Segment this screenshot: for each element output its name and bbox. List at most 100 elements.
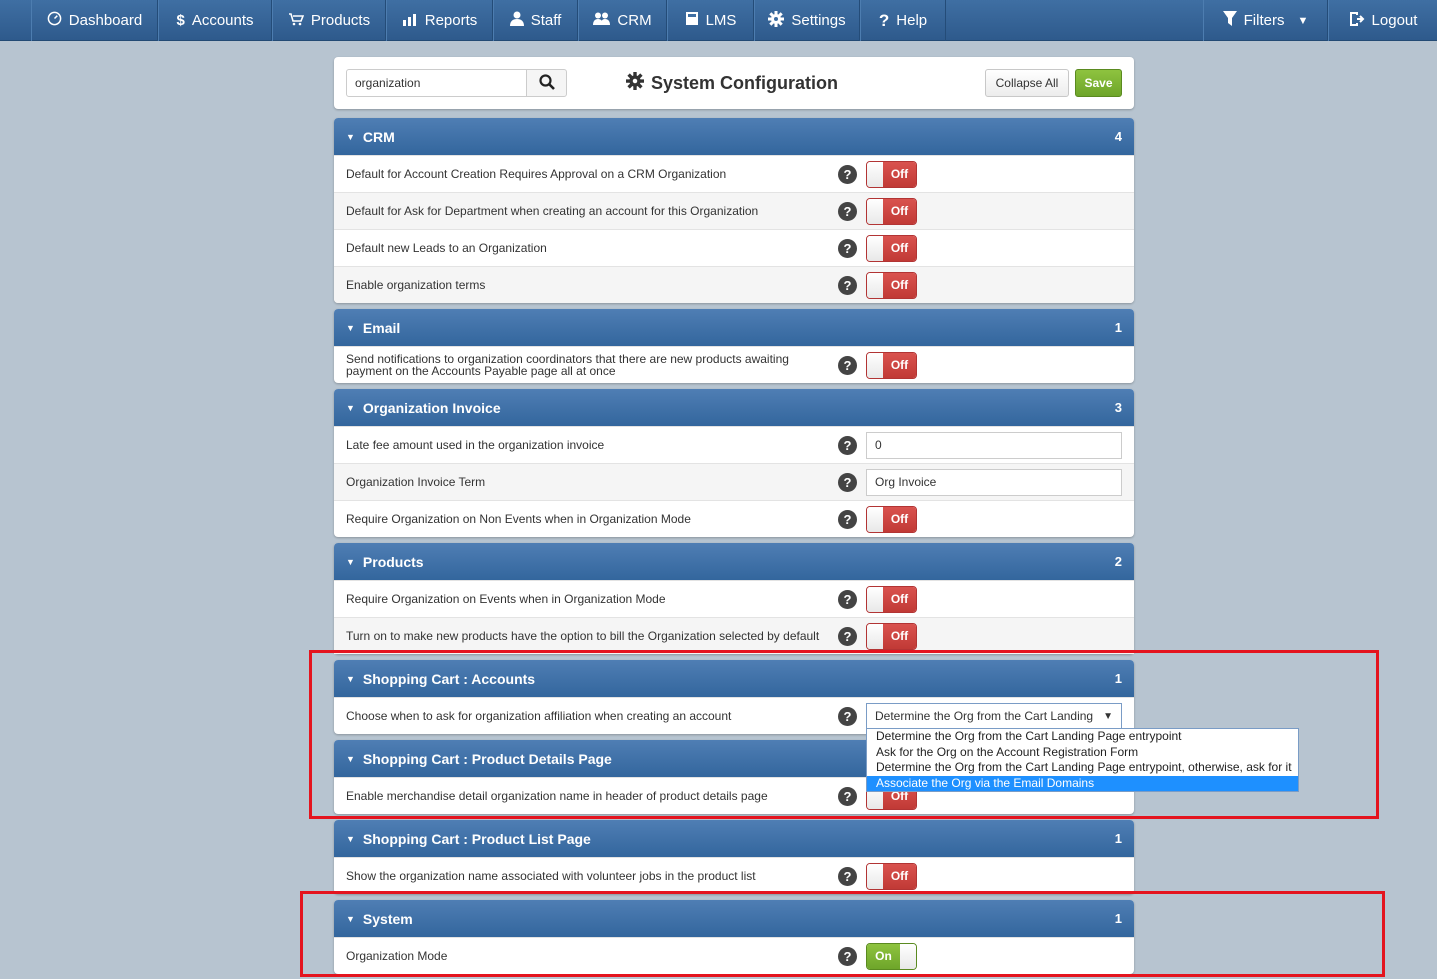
- nav-label: Reports: [424, 12, 478, 29]
- nav-label: CRM: [617, 12, 652, 29]
- toggle-switch[interactable]: Off: [866, 234, 917, 262]
- nav-staff[interactable]: Staff: [493, 0, 578, 41]
- toggle-state: Off: [883, 863, 916, 889]
- setting-label: Send notifications to organization coord…: [346, 352, 789, 378]
- toggle-knob: [867, 352, 883, 378]
- section-header[interactable]: ▼ Products 2: [334, 543, 1134, 580]
- search-icon: [538, 73, 555, 93]
- help-icon[interactable]: ?: [838, 626, 857, 646]
- help-icon[interactable]: ?: [838, 866, 857, 886]
- section-title: Email: [362, 319, 401, 336]
- toggle-knob: [867, 161, 883, 187]
- setting-row: Require Organization on Events when in O…: [334, 580, 1134, 617]
- highlight-box: [300, 891, 1385, 977]
- collapse-all-button[interactable]: Collapse All: [985, 69, 1069, 97]
- help-icon[interactable]: ?: [838, 589, 857, 609]
- section-crm: ▼ CRM 4 Default for Account Creation Req…: [334, 118, 1134, 303]
- caret-down-icon: ▼: [346, 402, 355, 413]
- setting-label: Require Organization on Non Events when …: [346, 512, 691, 526]
- nav-label: Help: [896, 12, 928, 29]
- help-icon[interactable]: ?: [838, 509, 857, 529]
- nav-label: Staff: [530, 12, 562, 29]
- section-shopping-cart-product-list: ▼ Shopping Cart : Product List Page 1 Sh…: [334, 820, 1134, 894]
- caret-down-icon: ▼: [346, 833, 355, 844]
- late-fee-input[interactable]: 0: [866, 431, 1122, 459]
- section-header[interactable]: ▼ Organization Invoice 3: [334, 389, 1134, 426]
- toggle-state: Off: [883, 352, 916, 378]
- section-title: CRM: [362, 128, 395, 145]
- toggle-knob: [867, 863, 883, 889]
- section-count: 4: [1114, 129, 1122, 144]
- save-button[interactable]: Save: [1075, 69, 1122, 97]
- nav-dashboard[interactable]: Dashboard: [31, 0, 158, 41]
- help-icon[interactable]: ?: [838, 355, 857, 375]
- setting-label: Show the organization name associated wi…: [346, 869, 756, 883]
- setting-row: Show the organization name associated wi…: [334, 857, 1134, 894]
- nav-label: Settings: [791, 12, 846, 29]
- user-icon: [509, 11, 524, 30]
- nav-help[interactable]: ? Help: [860, 0, 946, 41]
- section-header[interactable]: ▼ Shopping Cart : Product List Page 1: [334, 820, 1134, 857]
- help-icon[interactable]: ?: [838, 275, 857, 295]
- gear-icon: [626, 72, 644, 95]
- highlight-box: [309, 650, 1379, 819]
- toggle-knob: [867, 272, 883, 298]
- nav-products[interactable]: Products: [272, 0, 386, 41]
- nav-logout[interactable]: Logout: [1328, 0, 1437, 41]
- config-toolbar: System Configuration Collapse All Save: [334, 57, 1134, 109]
- section-count: 2: [1114, 554, 1122, 569]
- section-count: 1: [1114, 831, 1122, 846]
- setting-row: Default for Account Creation Requires Ap…: [334, 155, 1134, 192]
- search-button[interactable]: [526, 69, 567, 97]
- help-icon[interactable]: ?: [838, 472, 857, 492]
- toggle-switch[interactable]: Off: [866, 585, 917, 613]
- invoice-term-input[interactable]: Org Invoice: [866, 468, 1122, 496]
- setting-label: Default for Account Creation Requires Ap…: [346, 167, 727, 181]
- toggle-state: Off: [883, 235, 916, 261]
- caret-down-icon: ▼: [346, 131, 355, 142]
- toggle-knob: [867, 506, 883, 532]
- top-nav: Dashboard $ Accounts Products Reports St…: [0, 0, 1437, 41]
- section-products: ▼ Products 2 Require Organization on Eve…: [334, 543, 1134, 654]
- help-icon[interactable]: ?: [838, 164, 857, 184]
- help-icon[interactable]: ?: [838, 201, 857, 221]
- toggle-switch[interactable]: Off: [866, 197, 917, 225]
- section-title: Shopping Cart : Product List Page: [362, 830, 591, 847]
- help-icon[interactable]: ?: [838, 435, 857, 455]
- caret-down-icon: ▼: [346, 556, 355, 567]
- caret-down-icon: ▼: [346, 322, 355, 333]
- toggle-state: Off: [883, 198, 916, 224]
- question-icon: ?: [878, 10, 890, 30]
- nav-accounts[interactable]: $ Accounts: [158, 0, 272, 41]
- nav-crm[interactable]: CRM: [578, 0, 667, 41]
- toggle-switch[interactable]: Off: [866, 351, 917, 379]
- section-header[interactable]: ▼ Email 1: [334, 309, 1134, 346]
- toggle-switch[interactable]: Off: [866, 271, 917, 299]
- setting-row: Default new Leads to an Organization ? O…: [334, 229, 1134, 266]
- section-title: Organization Invoice: [362, 399, 501, 416]
- setting-label: Organization Invoice Term: [346, 475, 486, 489]
- toggle-knob: [867, 623, 883, 649]
- nav-label: Accounts: [191, 12, 254, 29]
- section-header[interactable]: ▼ CRM 4: [334, 118, 1134, 155]
- setting-label: Default for Ask for Department when crea…: [346, 204, 759, 218]
- toggle-state: Off: [883, 506, 916, 532]
- caret-down-icon: ▼: [1297, 14, 1309, 27]
- nav-reports[interactable]: Reports: [386, 0, 493, 41]
- setting-row: Late fee amount used in the organization…: [334, 426, 1134, 463]
- toggle-switch[interactable]: Off: [866, 862, 917, 890]
- toggle-switch[interactable]: Off: [866, 160, 917, 188]
- toggle-state: Off: [883, 161, 916, 187]
- nav-settings[interactable]: Settings: [754, 0, 860, 41]
- toggle-switch[interactable]: Off: [866, 622, 917, 650]
- filter-icon: [1222, 11, 1237, 30]
- nav-lms[interactable]: LMS: [667, 0, 754, 41]
- help-icon[interactable]: ?: [838, 238, 857, 258]
- setting-row: Default for Ask for Department when crea…: [334, 192, 1134, 229]
- dollar-icon: $: [176, 12, 185, 29]
- toggle-switch[interactable]: Off: [866, 505, 917, 533]
- gear-icon: [768, 10, 785, 31]
- nav-filters[interactable]: Filters ▼: [1203, 0, 1328, 41]
- nav-label: Logout: [1371, 12, 1418, 29]
- search-input[interactable]: [346, 69, 527, 97]
